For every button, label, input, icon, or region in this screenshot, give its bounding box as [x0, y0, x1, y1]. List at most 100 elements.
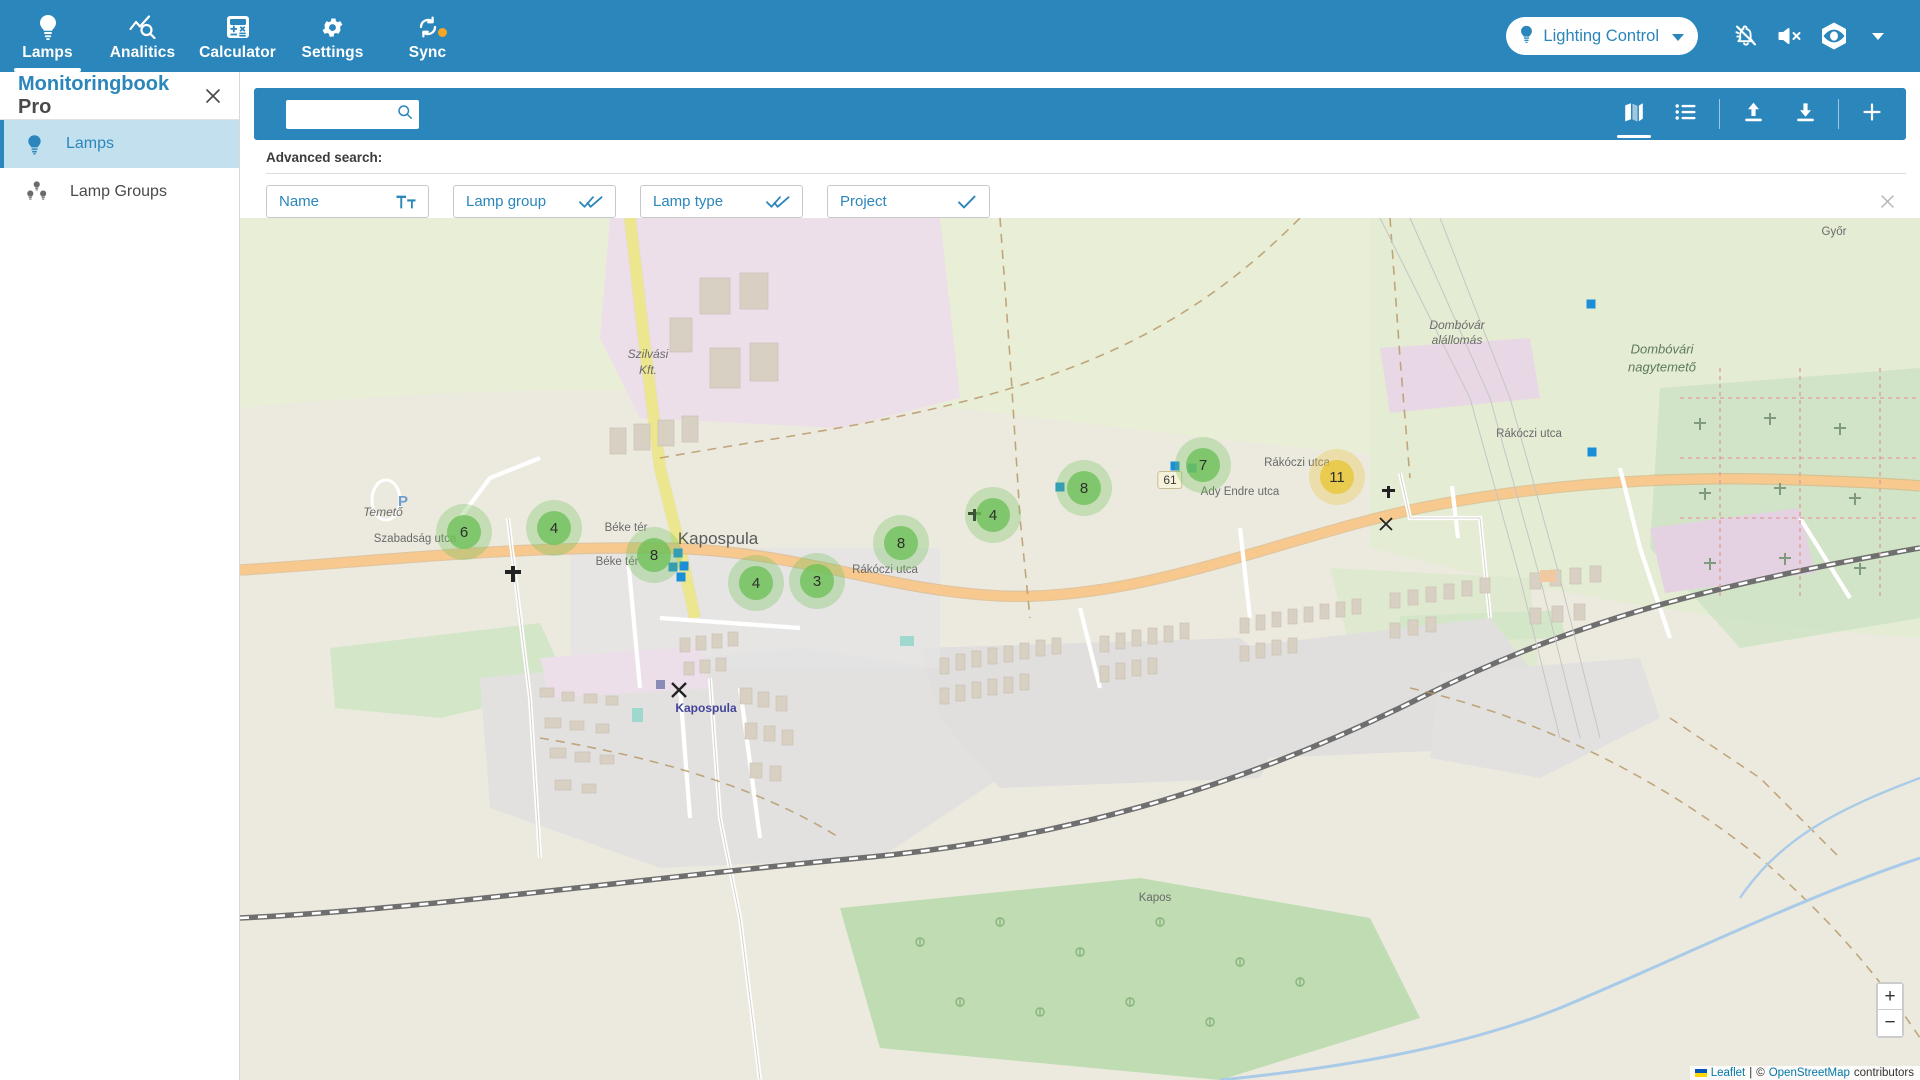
map-label: Kapos [1138, 892, 1172, 904]
add-button[interactable] [1846, 88, 1898, 140]
map-overlay-layer: Kapospula Kapospula Szilvási Kft. Temető Szab… [240, 218, 1920, 1080]
lamp-icon [1519, 25, 1534, 48]
map-canvas[interactable]: P Kapospula Kapospula Szilvási Kft. Temető Sz… [240, 218, 1920, 1080]
cluster-count: 4 [988, 506, 998, 524]
nav-item-settings[interactable]: Settings [285, 0, 380, 72]
lighting-control-label: Lighting Control [1543, 26, 1659, 45]
attribution-separator: | [1749, 1067, 1753, 1079]
lamp-marker[interactable] [1586, 299, 1596, 309]
nav-item-label: Sync [408, 44, 447, 61]
alarm-off-icon[interactable] [1724, 13, 1768, 59]
nav-item-calculator[interactable]: Calculator [190, 0, 285, 72]
sidebar-item-lamp-groups[interactable]: Lamp Groups [0, 168, 239, 216]
map-view-button[interactable] [1608, 88, 1660, 140]
nav-item-label: Settings [301, 44, 364, 61]
sidebar-header: Monitoringbook Pro [0, 72, 239, 120]
cluster-count: 3 [812, 572, 822, 590]
advanced-search-clear-button[interactable] [1879, 193, 1896, 210]
nav-item-label: Analitics [109, 44, 176, 61]
list-view-button[interactable] [1660, 88, 1712, 140]
download-icon [1795, 101, 1816, 128]
map-label: Rákóczi utca [1496, 428, 1562, 440]
lamp-cluster-marker[interactable]: 6 [436, 504, 492, 560]
cluster-count: 7 [1198, 456, 1208, 474]
top-nav-items: Lamps Analitics Calculator Settings Sync [0, 0, 475, 72]
map-label: alállomás [1431, 333, 1483, 347]
text-format-icon [396, 194, 416, 210]
map-attribution: Leaflet | © OpenStreetMap contributors [1689, 1066, 1920, 1080]
map-label: Kapospula [677, 529, 759, 548]
openstreetmap-link[interactable]: OpenStreetMap [1769, 1067, 1850, 1079]
nav-item-label: Calculator [199, 44, 276, 61]
lamp-marker[interactable] [676, 572, 686, 582]
lamp-cluster-marker[interactable]: 8 [873, 515, 929, 571]
filter-chip-name[interactable]: Name [266, 185, 429, 218]
double-check-icon [766, 194, 790, 210]
left-sidebar: Monitoringbook Pro Lamps Lamp Groups [0, 72, 240, 1080]
gear-icon [320, 14, 345, 40]
map-label: Dombóvár [1429, 318, 1485, 332]
lamp-cluster-marker[interactable]: 4 [965, 487, 1021, 543]
map-label: Kapospula [675, 701, 737, 715]
lamp-cluster-marker[interactable]: 4 [728, 555, 784, 611]
sidebar-title-primary: Monitoringbook [18, 72, 170, 95]
check-icon [957, 194, 977, 210]
cluster-count: 4 [549, 519, 559, 537]
search-box[interactable] [286, 99, 419, 129]
filter-chip-lamp-type[interactable]: Lamp type [640, 185, 803, 218]
sync-icon [416, 14, 440, 40]
advanced-search-label: Advanced search: [266, 150, 383, 165]
sync-badge-dot [438, 28, 447, 37]
sidebar-item-label: Lamps [66, 135, 115, 152]
map-label: Dombóvári [1630, 341, 1694, 357]
cluster-count: 8 [896, 534, 906, 552]
nav-item-sync[interactable]: Sync [380, 0, 475, 72]
chevron-down-icon[interactable] [1856, 13, 1900, 59]
search-icon[interactable] [397, 104, 413, 125]
filter-chip-lamp-group[interactable]: Lamp group [453, 185, 616, 218]
chevron-down-icon [1672, 27, 1684, 46]
zoom-in-button[interactable]: + [1878, 984, 1902, 1010]
lamp-marker[interactable] [1587, 447, 1597, 457]
upload-button[interactable] [1727, 88, 1779, 140]
toolbar-actions [1608, 88, 1898, 140]
lamp-cluster-marker[interactable]: 11 [1309, 449, 1365, 505]
filter-chip-project[interactable]: Project [827, 185, 990, 218]
search-input[interactable] [292, 106, 397, 122]
volume-off-icon[interactable] [1768, 13, 1812, 59]
cluster-count: 11 [1329, 468, 1345, 486]
map-label: nagytemető [1628, 359, 1696, 375]
lamp-cluster-marker[interactable]: 8 [1056, 460, 1112, 516]
map-zoom-controls: + − [1876, 982, 1904, 1038]
lamp-cluster-marker[interactable]: 8 [626, 527, 682, 583]
lamp-cluster-marker[interactable]: 7 [1175, 437, 1231, 493]
lighting-control-button[interactable]: Lighting Control [1506, 17, 1698, 55]
filter-chip-label: Lamp type [653, 193, 724, 210]
double-check-icon [579, 194, 603, 210]
zoom-out-button[interactable]: − [1878, 1010, 1902, 1036]
cluster-count: 4 [751, 574, 761, 592]
lamp-cluster-marker[interactable]: 3 [789, 553, 845, 609]
toolbar-divider [1719, 99, 1720, 129]
close-icon[interactable] [203, 86, 223, 106]
lamp-group-icon [26, 181, 50, 203]
advanced-search-panel: Advanced search: Name Lamp group Lamp ty… [240, 140, 1920, 218]
calculator-icon [226, 14, 250, 40]
map-icon [1623, 101, 1645, 128]
analytics-icon [128, 14, 157, 40]
lamp-cluster-marker[interactable]: 4 [526, 500, 582, 556]
content-toolbar [254, 88, 1906, 140]
nav-item-lamps[interactable]: Lamps [0, 0, 95, 72]
lamp-icon [37, 14, 59, 40]
map-label: Szilvási [627, 347, 669, 361]
download-button[interactable] [1779, 88, 1831, 140]
nav-item-label: Lamps [22, 44, 73, 61]
sidebar-item-lamps[interactable]: Lamps [0, 120, 239, 168]
plus-icon [1861, 101, 1883, 128]
eye-hexagon-icon[interactable] [1812, 13, 1856, 59]
cluster-count: 8 [1079, 479, 1089, 497]
leaflet-link[interactable]: Leaflet [1711, 1067, 1746, 1079]
top-nav-right-group: Lighting Control [1506, 0, 1900, 72]
nav-item-analitics[interactable]: Analitics [95, 0, 190, 72]
sidebar-title: Monitoringbook Pro [18, 73, 203, 119]
